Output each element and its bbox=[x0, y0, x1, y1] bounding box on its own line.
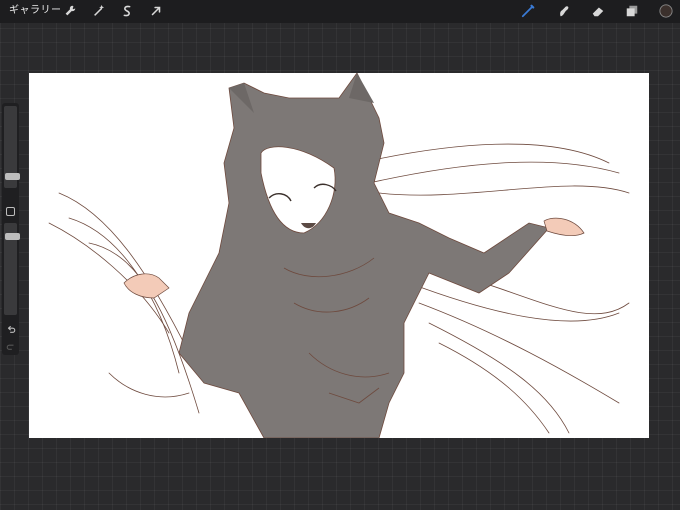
opacity-slider[interactable] bbox=[4, 223, 20, 315]
sidebar bbox=[2, 103, 20, 355]
drawing-canvas[interactable] bbox=[29, 73, 649, 438]
wrench-icon[interactable] bbox=[62, 3, 78, 19]
opacity-thumb[interactable] bbox=[5, 233, 20, 240]
undo-icon[interactable] bbox=[4, 322, 17, 335]
brush-icon[interactable] bbox=[520, 3, 536, 19]
anime-girl-sketch-illustration bbox=[48, 73, 630, 438]
redo-icon[interactable] bbox=[4, 339, 17, 352]
eraser-icon[interactable] bbox=[590, 3, 606, 19]
layers-icon[interactable] bbox=[624, 3, 640, 19]
top-toolbar: ギャラリー bbox=[0, 0, 680, 23]
gallery-button[interactable]: ギャラリー bbox=[9, 4, 62, 18]
brush-size-slider[interactable] bbox=[4, 106, 20, 188]
selection-icon[interactable] bbox=[119, 3, 135, 19]
transform-arrow-icon[interactable] bbox=[148, 3, 164, 19]
modify-button[interactable] bbox=[6, 207, 15, 216]
smudge-icon[interactable] bbox=[556, 3, 572, 19]
brush-size-thumb[interactable] bbox=[5, 173, 20, 180]
color-swatch[interactable] bbox=[658, 3, 674, 19]
magic-wand-icon[interactable] bbox=[91, 3, 107, 19]
